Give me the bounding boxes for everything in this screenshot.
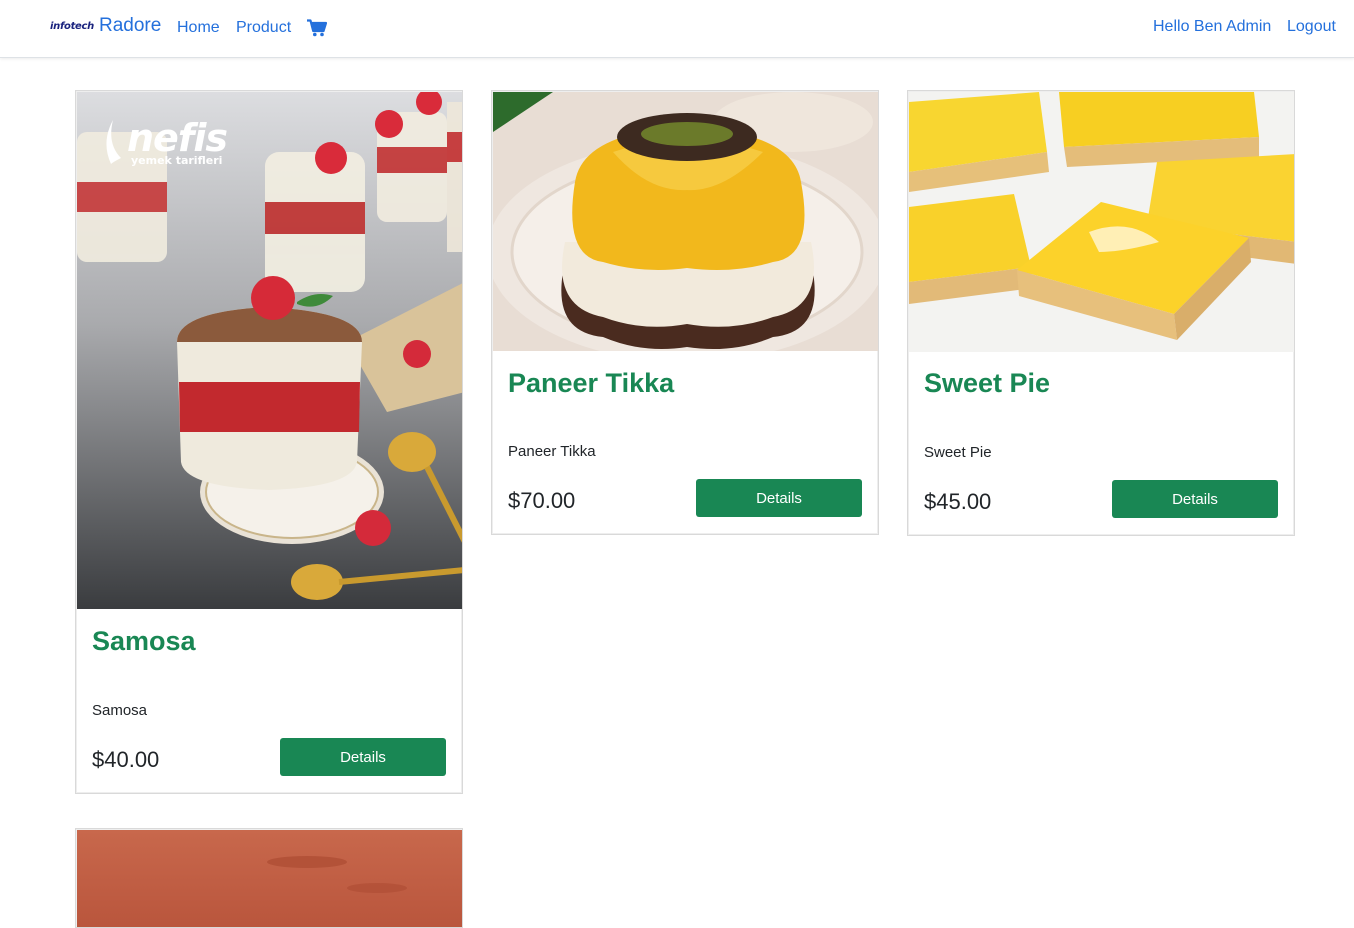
product-image (77, 830, 462, 927)
product-image (493, 92, 878, 351)
product-card (75, 828, 463, 928)
image-watermark-subtitle: yemek tarifleri (131, 154, 223, 167)
product-description: Samosa (92, 702, 148, 719)
brand-name: Radore (98, 15, 162, 36)
product-title: Samosa (92, 626, 196, 656)
product-price: $70.00 (508, 488, 576, 513)
product-card: Sweet Pie Sweet Pie $45.00 Details (907, 90, 1295, 536)
product-image: nefis yemek tarifleri (77, 92, 462, 609)
product-description: Paneer Tikka (508, 443, 596, 460)
logout-link[interactable]: Logout (1287, 18, 1336, 36)
nav-home-link[interactable]: Home (177, 19, 220, 37)
brand-logo: infotech (50, 20, 94, 32)
user-greeting-link[interactable]: Hello Ben Admin (1153, 18, 1271, 36)
details-button[interactable]: Details (280, 738, 446, 776)
product-price: $45.00 (924, 489, 992, 514)
product-title: Sweet Pie (924, 368, 1051, 398)
top-navbar: infotech Radore Home Product Hello Ben A… (0, 0, 1354, 58)
product-card: Paneer Tikka Paneer Tikka $70.00 Details (491, 90, 879, 535)
product-card: nefis yemek tarifleri Samosa Samosa $40.… (75, 90, 463, 794)
product-image (909, 92, 1294, 352)
details-button[interactable]: Details (696, 479, 862, 517)
product-price: $40.00 (92, 747, 160, 772)
product-title: Paneer Tikka (508, 368, 675, 398)
nav-product-link[interactable]: Product (236, 19, 291, 37)
shopping-cart-icon[interactable] (307, 19, 328, 39)
details-button[interactable]: Details (1112, 480, 1278, 518)
brand-link[interactable]: infotech Radore (50, 15, 161, 37)
product-description: Sweet Pie (924, 444, 992, 461)
